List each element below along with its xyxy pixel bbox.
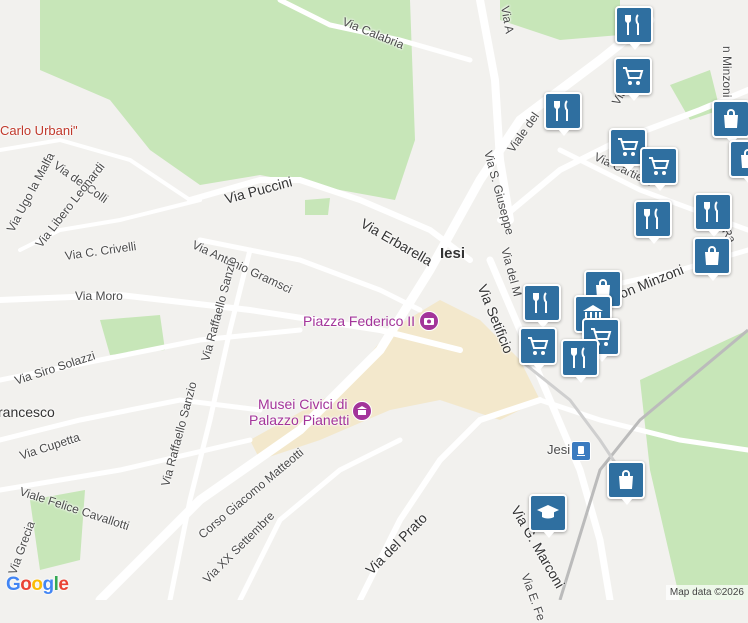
street-label: n Minzoni [720,46,734,98]
park-area [305,198,330,215]
road [357,397,543,600]
restaurant-icon [533,292,547,313]
shopping-cart-pin[interactable] [519,327,557,371]
shopping-cart-icon [618,138,639,156]
shopping-bag-pin[interactable] [607,461,645,505]
restaurant-pin[interactable] [694,193,732,237]
shopping-bag-icon [705,246,719,265]
place-label-carlo-urbani: Carlo Urbani" [0,123,78,138]
restaurant-icon [554,100,568,121]
place-label-piazza: Piazza Federico II [303,313,416,329]
shopping-cart-icon [528,337,549,355]
restaurant-pin[interactable] [615,6,653,50]
shopping-bag-pin[interactable] [693,237,731,281]
shopping-bag-icon [724,109,738,128]
restaurant-pin[interactable] [561,339,599,383]
restaurant-icon [704,201,718,222]
street-label: rancesco [0,404,55,420]
google-logo: Google [6,574,69,595]
camera-icon[interactable] [419,311,439,331]
school-pin[interactable] [529,494,567,538]
restaurant-icon [625,14,639,35]
shopping-bag-icon [619,470,633,489]
street-label: Via Moro [75,289,123,303]
place-label-musei-line2: Palazzo Pianetti [249,412,350,428]
restaurant-icon [571,347,585,368]
museum-icon[interactable] [352,401,372,421]
park-area [500,0,620,40]
map-attribution[interactable]: Map data ©2026 [665,585,748,600]
town-label: Iesi [440,245,466,262]
shopping-bag-pin[interactable] [712,100,748,144]
school-icon [537,505,559,519]
restaurant-pin[interactable] [634,200,672,244]
shopping-cart-pin[interactable] [640,147,678,191]
restaurant-pin[interactable] [544,92,582,136]
train-station-icon[interactable] [571,441,591,461]
shopping-cart-icon [649,157,670,175]
restaurant-pin[interactable] [523,284,561,328]
shopping-bag-icon [741,149,748,168]
park-area [640,330,748,600]
shopping-cart-pin[interactable] [614,57,652,101]
shopping-bag-pin[interactable] [729,140,748,184]
restaurant-icon [644,208,658,229]
station-label: Jesi [547,442,571,457]
place-label-musei-line1: Musei Civici di [258,396,348,412]
shopping-cart-icon [623,67,644,85]
